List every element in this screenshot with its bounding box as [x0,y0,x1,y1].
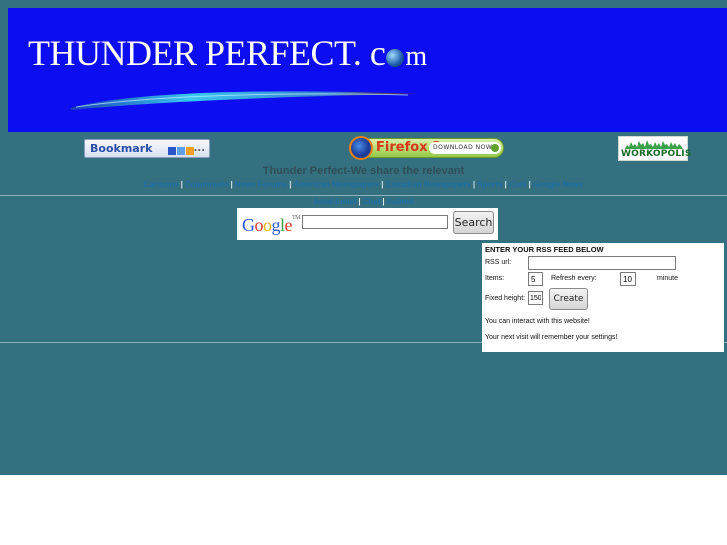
rss-url-label: RSS url: [485,259,512,266]
rss-heading: ENTER YOUR RSS FEED BELOW [485,245,604,254]
rss-items-input[interactable] [528,272,543,286]
rss-refresh-label: Refresh every: [551,275,597,282]
nav-link-cool[interactable]: Cool [509,180,527,189]
firefox-icon [349,136,373,160]
workopolis-label: WORKOPOLIS [621,149,692,159]
swoosh-graphic [70,91,418,110]
nav-link-chat[interactable]: Chat [363,197,381,206]
tagline: Thunder Perfect-We share the relevant [262,165,465,177]
nav-link-submit[interactable]: Submit [387,197,414,206]
nav-link-cartoons[interactable]: Cartoons [144,180,179,189]
rss-feed-widget: ENTER YOUR RSS FEED BELOW RSS url: Items… [482,243,724,352]
rss-items-label: Items: [485,275,505,282]
rss-height-input[interactable] [528,291,543,305]
firefox-download-banner[interactable]: Firefox 3 DOWNLOAD NOW [349,136,504,160]
nav-link-columnists[interactable]: Columnists [185,180,229,189]
site-banner: THUNDER PERFECT. c m [8,8,727,132]
rss-minute-label: minute [657,275,679,282]
site-title-text: THUNDER PERFECT. c [28,33,386,73]
bookmark-more: ... [193,143,205,154]
bookmark-label: Bookmark [90,142,153,155]
workopolis-logo[interactable]: WORKOPOLIS [618,136,692,161]
search-button[interactable]: Search [453,211,494,234]
nav-secondary: Send Email | Chat | Submit [0,197,727,206]
create-button[interactable]: Create [549,288,588,310]
nav-primary: Cartoons | Columnists | News Forums | American… [0,180,727,189]
page-background: THUNDER PERFECT. c m Bookmark ... Firefox… [0,0,727,475]
nav-link-send-email[interactable]: Send Email [313,197,356,206]
search-input[interactable] [302,215,448,229]
nav-link-google-news[interactable]: Google News [533,180,584,189]
rss-refresh-input[interactable] [620,272,636,286]
rss-url-input[interactable] [528,256,676,270]
rss-note-remember: Your next visit will remember your setti… [485,334,618,341]
divider-top [0,195,727,196]
rss-note-interact: You can interact with this website! [485,318,590,325]
download-arrow-icon [491,144,499,152]
google-tm: TM [292,215,301,221]
city-skyline-icon [625,140,683,149]
rss-height-label: Fixed height: [485,295,526,302]
google-logo: GoogleTM [242,215,301,235]
google-search-box: GoogleTM Search [237,208,498,240]
nav-link-canadian-newspapers[interactable]: Canadian Newspapers [386,180,471,189]
social-icons [168,143,195,160]
site-title-suffix: m [405,41,427,72]
download-now-badge: DOWNLOAD NOW [429,142,501,154]
bookmark-button[interactable]: Bookmark ... [84,139,210,158]
delicious-icon [168,147,176,155]
globe-icon [386,49,405,67]
nav-link-american-newspapers[interactable]: American Newspapers [293,180,379,189]
site-title[interactable]: THUNDER PERFECT. c m [28,32,427,74]
nav-link-sports[interactable]: Sports [477,180,502,189]
digg-icon [177,147,185,155]
nav-link-news-forums[interactable]: News Forums [235,180,287,189]
